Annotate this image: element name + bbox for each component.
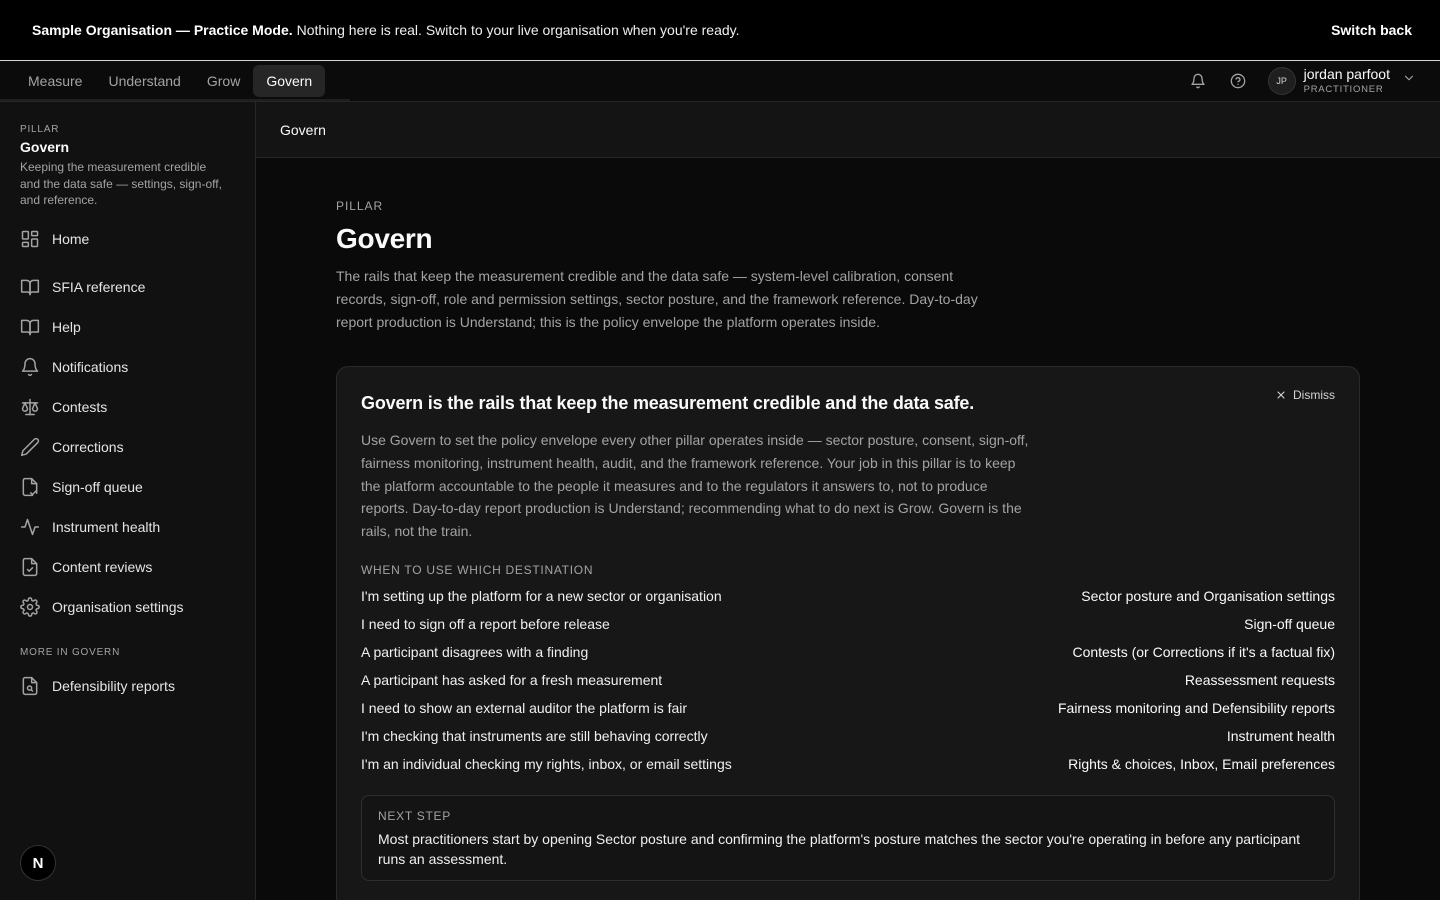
- card-body: Use Govern to set the policy envelope ev…: [361, 432, 1029, 540]
- next-step-text: Most practitioners start by opening Sect…: [378, 831, 1301, 867]
- scales-icon: [21, 398, 39, 416]
- main-content: PILLAR Govern The rails that keep the me…: [256, 158, 1440, 900]
- sidebar-item-sign-off-queue[interactable]: Sign-off queue: [20, 475, 143, 499]
- page-title: Govern: [336, 223, 433, 254]
- destination-link[interactable]: Sign-off queue: [1244, 616, 1335, 632]
- situation-text: I'm checking that instruments are still …: [361, 728, 708, 744]
- destination-link[interactable]: Instrument health: [1227, 728, 1335, 744]
- sidebar-more-heading: MORE IN GOVERN: [20, 647, 121, 658]
- sidebar-item-label: Organisation settings: [52, 599, 184, 615]
- pencil-icon: [20, 437, 40, 457]
- top-navigation: Measure Understand Grow Govern JP jordan…: [0, 61, 1440, 102]
- destination-row: I'm an individual checking my rights, in…: [361, 756, 1335, 772]
- banner-title: Sample Organisation — Practice Mode.: [32, 22, 293, 38]
- tab-measure[interactable]: Measure: [15, 65, 95, 97]
- banner-message: Nothing here is real. Switch to your liv…: [296, 22, 740, 38]
- page-lead: The rails that keep the measurement cred…: [336, 268, 978, 330]
- intro-card: Govern is the rails that keep the measur…: [336, 366, 1360, 900]
- card-title: Govern is the rails that keep the measur…: [361, 393, 975, 413]
- situation-text: A participant disagrees with a finding: [361, 644, 589, 660]
- topnav-right: JP jordan parfoot PRACTITIONER: [1168, 65, 1440, 96]
- avatar[interactable]: JP: [1267, 66, 1296, 95]
- destination-link[interactable]: Contests (or Corrections if it's a factu…: [1072, 644, 1335, 660]
- file-signature-icon: [22, 477, 38, 497]
- sidebar-item-contests[interactable]: Contests: [20, 395, 107, 419]
- sidebar-item-label: Corrections: [52, 439, 124, 455]
- sidebar-item-corrections[interactable]: Corrections: [20, 435, 124, 459]
- user-menu[interactable]: jordan parfoot PRACTITIONER: [1303, 65, 1390, 96]
- destination-link[interactable]: Rights & choices, Inbox, Email preferenc…: [1068, 756, 1335, 772]
- sidebar-item-home[interactable]: Home: [20, 227, 89, 251]
- tabs-underline: [0, 99, 350, 101]
- sidebar-item-label: Notifications: [52, 359, 129, 375]
- sidebar-item-label: Defensibility reports: [52, 678, 175, 694]
- book-icon: [20, 319, 40, 336]
- situation-text: I'm setting up the platform for a new se…: [361, 588, 722, 604]
- sidebar-item-label: Content reviews: [52, 559, 153, 575]
- switch-back-button[interactable]: Switch back: [1331, 22, 1412, 38]
- sidebar-item-label: Contests: [52, 399, 108, 415]
- book-icon: [20, 279, 40, 296]
- sidebar-item-label: Instrument health: [52, 519, 161, 535]
- next-step-label: NEXT STEP: [378, 809, 451, 823]
- breadcrumb: Govern: [256, 102, 1440, 158]
- sidebar-item-organisation-settings[interactable]: Organisation settings: [20, 595, 184, 619]
- sidebar: PILLAR Govern Keeping the measurement cr…: [0, 102, 256, 900]
- activity-pulse-icon: [20, 518, 40, 536]
- bell-icon[interactable]: [1188, 71, 1208, 91]
- tab-grow[interactable]: Grow: [194, 65, 253, 97]
- destinations-heading: WHEN TO USE WHICH DESTINATION: [361, 563, 594, 577]
- situation-text: I'm an individual checking my rights, in…: [361, 756, 732, 772]
- bell-icon: [21, 357, 39, 377]
- sidebar-item-defensibility-reports[interactable]: Defensibility reports: [20, 674, 175, 698]
- destination-row: I'm setting up the platform for a new se…: [361, 588, 1335, 604]
- file-search-icon: [22, 676, 38, 696]
- sidebar-item-label: Help: [52, 319, 81, 335]
- destination-link[interactable]: Fairness monitoring and Defensibility re…: [1058, 700, 1335, 716]
- sidebar-item-label: SFIA reference: [52, 279, 146, 295]
- situation-text: I need to show an external auditor the p…: [361, 700, 688, 716]
- destination-row: I need to sign off a report before relea…: [361, 616, 1335, 632]
- user-role: PRACTITIONER: [1303, 83, 1384, 95]
- dismiss-label: Dismiss: [1293, 388, 1335, 402]
- sidebar-title: Govern: [20, 139, 70, 155]
- tab-govern[interactable]: Govern: [253, 65, 326, 97]
- sidebar-item-label: Home: [52, 231, 90, 247]
- destination-row: A participant has asked for a fresh meas…: [361, 672, 1335, 688]
- user-name: jordan parfoot: [1303, 65, 1390, 82]
- practice-mode-banner: Sample Organisation — Practice Mode. Not…: [0, 0, 1440, 61]
- sidebar-description: Keeping the measurement credible and the…: [20, 160, 222, 207]
- file-review-icon: [22, 557, 38, 577]
- close-icon: [1277, 391, 1285, 399]
- destination-link[interactable]: Reassessment requests: [1185, 672, 1335, 688]
- situation-text: I need to sign off a report before relea…: [361, 616, 610, 632]
- breadcrumb-current: Govern: [280, 121, 326, 138]
- next-step-callout: NEXT STEP Most practitioners start by op…: [361, 795, 1335, 881]
- app-logo[interactable]: N: [20, 845, 56, 881]
- dismiss-button[interactable]: Dismiss: [1275, 388, 1335, 402]
- sidebar-item-instrument-health[interactable]: Instrument health: [20, 515, 160, 539]
- page-eyebrow: PILLAR: [336, 199, 384, 213]
- help-circle-icon[interactable]: [1228, 71, 1248, 91]
- chevron-down-icon[interactable]: [1402, 71, 1416, 90]
- sidebar-item-notifications[interactable]: Notifications: [20, 355, 128, 379]
- sidebar-item-content-reviews[interactable]: Content reviews: [20, 555, 152, 579]
- destination-link[interactable]: Sector posture and Organisation settings: [1081, 588, 1335, 604]
- sidebar-eyebrow: PILLAR: [20, 124, 60, 135]
- sidebar-item-label: Sign-off queue: [52, 479, 143, 495]
- destination-row: I need to show an external auditor the p…: [361, 700, 1335, 716]
- gear-icon: [20, 597, 40, 617]
- situation-text: A participant has asked for a fresh meas…: [361, 672, 663, 688]
- sidebar-item-help[interactable]: Help: [20, 315, 81, 339]
- tab-understand[interactable]: Understand: [95, 65, 193, 97]
- destination-row: A participant disagrees with a finding C…: [361, 644, 1335, 660]
- sidebar-item-sfia-reference[interactable]: SFIA reference: [20, 275, 145, 299]
- destination-row: I'm checking that instruments are still …: [361, 728, 1335, 744]
- dashboard-grid-icon: [21, 230, 39, 248]
